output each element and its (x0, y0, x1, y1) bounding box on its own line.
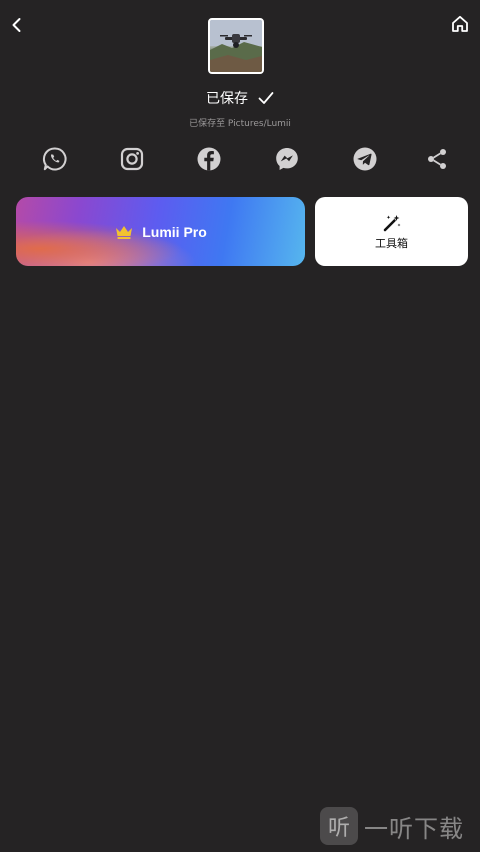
toolbox-label: 工具箱 (375, 236, 408, 250)
saved-title: 已保存 (206, 91, 248, 107)
watermark-text: 一听下载 (364, 814, 464, 843)
facebook-icon (197, 147, 221, 171)
saved-path-text: 已保存至 Pictures/Lumii (189, 119, 291, 129)
share-whatsapp-button[interactable] (41, 145, 69, 173)
share-messenger-button[interactable] (273, 145, 301, 173)
share-facebook-button[interactable] (195, 145, 223, 173)
chevron-left-icon (12, 18, 21, 32)
share-row (0, 145, 480, 173)
share-icon (428, 149, 446, 169)
share-telegram-button[interactable] (351, 145, 379, 173)
share-more-button[interactable] (423, 145, 451, 173)
toolbox-button[interactable]: 工具箱 (315, 197, 468, 266)
messenger-icon (276, 148, 298, 170)
saved-screen: 已保存 已保存至 Pictures/Lumii Lumii Pro 工具箱 听 … (0, 0, 480, 852)
telegram-icon (353, 147, 377, 171)
watermark-logo: 听 (320, 807, 358, 845)
magic-wand-icon (383, 214, 400, 231)
instagram-icon (120, 147, 144, 171)
lumii-pro-button[interactable]: Lumii Pro (16, 197, 305, 266)
back-button[interactable] (2, 10, 32, 40)
crown-icon (116, 225, 133, 239)
whatsapp-icon (42, 147, 67, 171)
saved-photo-thumbnail[interactable] (208, 18, 264, 74)
watermark: 听 一听下载 (310, 800, 480, 852)
drone-photo-image (210, 20, 262, 72)
share-instagram-button[interactable] (118, 145, 146, 173)
lumii-pro-label: Lumii Pro (142, 223, 207, 240)
checkmark-icon (258, 92, 274, 104)
home-icon (452, 15, 468, 32)
saved-status: 已保存 (0, 88, 480, 108)
home-button[interactable] (445, 9, 475, 39)
